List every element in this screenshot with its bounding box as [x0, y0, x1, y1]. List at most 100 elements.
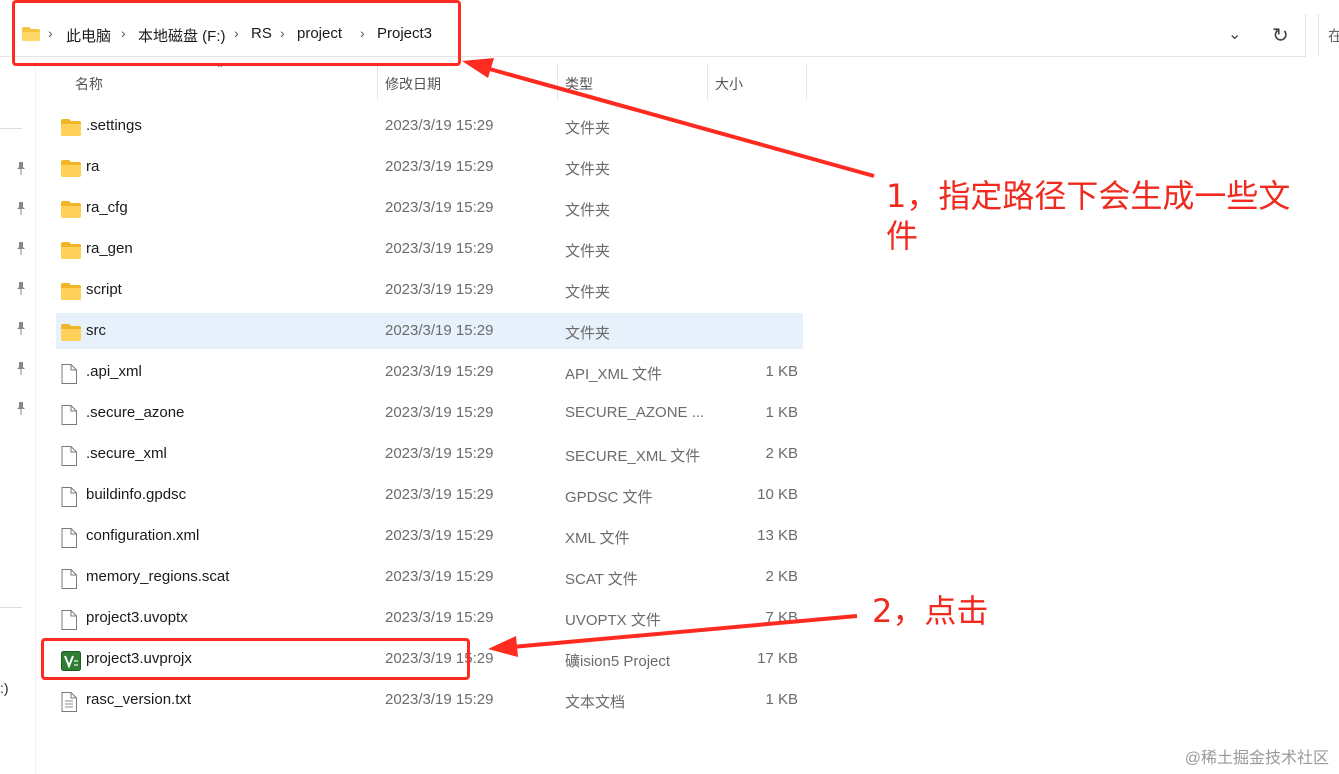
file-name: memory_regions.scat — [86, 568, 230, 585]
file-modified-date: 2023/3/19 15:29 — [385, 158, 494, 175]
file-icon — [61, 487, 81, 507]
file-row[interactable]: ra_cfg 2023/3/19 15:29 文件夹 — [56, 190, 803, 226]
file-modified-date: 2023/3/19 15:29 — [385, 404, 494, 421]
nav-item-drive[interactable]: :) — [0, 680, 9, 696]
pin-icon[interactable] — [15, 162, 27, 175]
pin-icon[interactable] — [15, 362, 27, 375]
folder-icon — [61, 282, 81, 300]
file-name: src — [86, 322, 106, 339]
folder-icon — [61, 200, 81, 218]
file-type: SCAT 文件 — [565, 571, 638, 588]
navigation-pane: :) — [0, 60, 36, 774]
file-name: ra — [86, 158, 100, 175]
column-header-modified[interactable]: 修改日期 — [385, 74, 441, 100]
search-box[interactable]: 在 — [1318, 14, 1339, 56]
file-type: 文件夹 — [565, 202, 611, 219]
file-icon — [61, 364, 81, 384]
file-name: .secure_azone — [86, 404, 185, 421]
file-modified-date: 2023/3/19 15:29 — [385, 117, 494, 134]
file-name: .secure_xml — [86, 445, 167, 462]
column-header-size[interactable]: 大小 — [715, 74, 743, 100]
folder-icon — [61, 323, 81, 341]
file-type: 文件夹 — [565, 325, 611, 342]
refresh-icon[interactable]: ↻ — [1272, 23, 1289, 48]
file-row[interactable]: src 2023/3/19 15:29 文件夹 — [56, 313, 803, 349]
file-type: 文本文档 — [565, 694, 626, 711]
annotation-note-1-line1: 1，指定路径下会生成一些文 — [886, 177, 1291, 215]
annotation-box-address — [12, 0, 461, 66]
file-type: API_XML 文件 — [565, 366, 662, 383]
divider — [0, 607, 22, 608]
file-name: buildinfo.gpdsc — [86, 486, 187, 503]
file-type: SECURE_XML 文件 — [565, 448, 701, 465]
search-placeholder: 在 — [1328, 28, 1339, 45]
file-size: 7 KB — [765, 609, 798, 626]
file-type: XML 文件 — [565, 530, 630, 547]
file-type: 文件夹 — [565, 243, 611, 260]
file-modified-date: 2023/3/19 15:29 — [385, 363, 494, 380]
file-row[interactable]: project3.uvoptx 2023/3/19 15:29 UVOPTX 文件 7… — [56, 600, 803, 636]
file-name: ra_cfg — [86, 199, 128, 216]
column-header-name[interactable]: 名称 — [75, 74, 103, 100]
file-type: UVOPTX 文件 — [565, 612, 661, 629]
column-divider[interactable] — [557, 64, 558, 100]
pane-border — [35, 60, 36, 774]
column-divider[interactable] — [806, 64, 807, 100]
chevron-down-icon[interactable]: ⌄ — [1228, 24, 1241, 44]
divider — [0, 128, 22, 129]
file-row[interactable]: .secure_azone 2023/3/19 15:29 SECURE_AZONE… — [56, 395, 803, 431]
file-size: 1 KB — [765, 691, 798, 708]
file-name: project3.uvoptx — [86, 609, 188, 626]
file-modified-date: 2023/3/19 15:29 — [385, 281, 494, 298]
file-modified-date: 2023/3/19 15:29 — [385, 527, 494, 544]
file-row[interactable]: buildinfo.gpdsc 2023/3/19 15:29 GPDSC 文件 10… — [56, 477, 803, 513]
file-modified-date: 2023/3/19 15:29 — [385, 322, 494, 339]
file-modified-date: 2023/3/19 15:29 — [385, 609, 494, 626]
column-divider[interactable] — [377, 64, 378, 100]
folder-icon — [61, 241, 81, 259]
file-size: 1 KB — [765, 404, 798, 421]
file-modified-date: 2023/3/19 15:29 — [385, 568, 494, 585]
pin-icon[interactable] — [15, 202, 27, 215]
file-size: 2 KB — [765, 445, 798, 462]
file-icon — [61, 446, 81, 466]
column-header-type[interactable]: 类型 — [565, 74, 593, 100]
file-row[interactable]: configuration.xml 2023/3/19 15:29 XML 文件 13… — [56, 518, 803, 554]
file-name: rasc_version.txt — [86, 691, 192, 708]
file-row[interactable]: .api_xml 2023/3/19 15:29 API_XML 文件 1 KB — [56, 354, 803, 390]
file-row[interactable]: .secure_xml 2023/3/19 15:29 SECURE_XML 文件 2… — [56, 436, 803, 472]
pin-icon[interactable] — [15, 402, 27, 415]
file-size: 10 KB — [757, 486, 798, 503]
annotation-note-1: 1，指定路径下会生成一些文 件 — [886, 176, 1290, 256]
file-name: .settings — [86, 117, 142, 134]
file-size: 2 KB — [765, 568, 798, 585]
column-divider[interactable] — [707, 64, 708, 100]
file-row[interactable]: .settings 2023/3/19 15:29 文件夹 — [56, 108, 803, 144]
pin-icon[interactable] — [15, 322, 27, 335]
file-type: 文件夹 — [565, 120, 611, 137]
file-row[interactable]: rasc_version.txt 2023/3/19 15:29 文本文档 1 KB — [56, 682, 803, 718]
file-name: script — [86, 281, 122, 298]
pin-icon[interactable] — [15, 282, 27, 295]
file-type: 文件夹 — [565, 284, 611, 301]
file-type: SECURE_AZONE ... — [565, 404, 705, 421]
file-icon — [61, 528, 81, 548]
file-row[interactable]: ra 2023/3/19 15:29 文件夹 — [56, 149, 803, 185]
file-type: 文件夹 — [565, 161, 611, 178]
file-type: 礦ision5 Project — [565, 653, 671, 670]
divider — [1305, 14, 1306, 56]
text-file-icon — [61, 692, 81, 712]
file-size: 17 KB — [757, 650, 798, 667]
pin-icon[interactable] — [15, 242, 27, 255]
annotation-note-1-line2: 件 — [886, 217, 919, 255]
file-icon — [61, 405, 81, 425]
folder-icon — [61, 118, 81, 136]
file-modified-date: 2023/3/19 15:29 — [385, 445, 494, 462]
file-modified-date: 2023/3/19 15:29 — [385, 240, 494, 257]
file-name: .api_xml — [86, 363, 142, 380]
file-row[interactable]: memory_regions.scat 2023/3/19 15:29 SCAT 文… — [56, 559, 803, 595]
file-type: GPDSC 文件 — [565, 489, 653, 506]
file-row[interactable]: ra_gen 2023/3/19 15:29 文件夹 — [56, 231, 803, 267]
file-row[interactable]: script 2023/3/19 15:29 文件夹 — [56, 272, 803, 308]
file-size: 13 KB — [757, 527, 798, 544]
